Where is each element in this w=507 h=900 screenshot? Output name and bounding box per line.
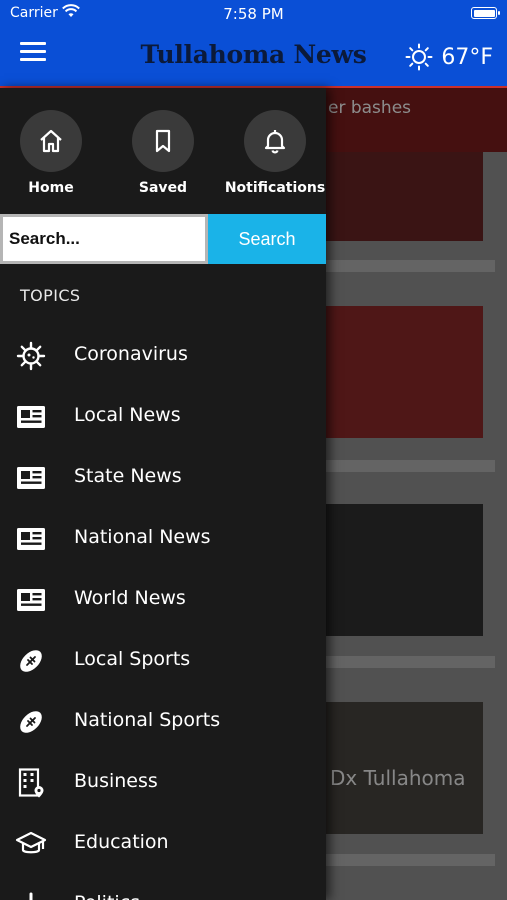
bell-icon	[264, 130, 286, 154]
graduation-cap-icon	[15, 828, 47, 860]
topic-label: Local Sports	[74, 648, 191, 670]
topic-label: World News	[74, 587, 186, 609]
football-icon	[15, 645, 47, 677]
search-bar: Search	[0, 214, 326, 264]
saved-button[interactable]: Saved	[108, 110, 218, 196]
search-button[interactable]: Search	[208, 214, 326, 264]
topic-label: State News	[74, 465, 182, 487]
newspaper-icon	[15, 584, 47, 616]
virus-icon	[15, 340, 47, 372]
weather-widget[interactable]: 67°F	[405, 42, 493, 72]
topics-heading: TOPICS	[20, 286, 81, 305]
notifications-label: Notifications	[224, 180, 326, 196]
topic-local-sports[interactable]: Local Sports	[0, 630, 326, 691]
topic-national-sports[interactable]: National Sports	[0, 691, 326, 752]
newspaper-icon	[15, 401, 47, 433]
home-icon	[40, 129, 62, 153]
topic-politics[interactable]: Politics	[0, 874, 326, 900]
notifications-button[interactable]: Notifications	[220, 110, 326, 196]
quick-actions: Home Saved Notifications	[0, 88, 326, 214]
newspaper-icon	[15, 523, 47, 555]
status-time: 7:58 PM	[223, 5, 284, 23]
topic-business[interactable]: Business	[0, 752, 326, 813]
topic-label: Education	[74, 831, 169, 853]
navigation-drawer: Home Saved Notifications Search T	[0, 88, 326, 900]
football-icon	[15, 706, 47, 738]
temperature-label: 67°F	[441, 44, 493, 70]
status-bar: Carrier 7:58 PM	[0, 0, 507, 28]
building-icon	[15, 767, 47, 799]
saved-label: Saved	[138, 180, 188, 196]
topic-state-news[interactable]: State News	[0, 447, 326, 508]
topic-label: Local News	[74, 404, 181, 426]
bookmark-icon	[155, 129, 171, 153]
battery-icon	[471, 7, 500, 19]
sun-icon	[405, 43, 433, 71]
plus-icon	[15, 889, 47, 900]
search-input[interactable]	[0, 214, 208, 264]
app-header: Carrier 7:58 PM Tullahoma News 67°F	[0, 0, 507, 88]
topic-label: Business	[74, 770, 158, 792]
topic-label: Politics	[74, 892, 140, 900]
topic-label: National News	[74, 526, 211, 548]
newspaper-icon	[15, 462, 47, 494]
home-label: Home	[28, 180, 74, 196]
topic-national-news[interactable]: National News	[0, 508, 326, 569]
topic-education[interactable]: Education	[0, 813, 326, 874]
topic-label: Coronavirus	[74, 343, 188, 365]
topic-local-news[interactable]: Local News	[0, 386, 326, 447]
topic-label: National Sports	[74, 709, 221, 731]
topic-coronavirus[interactable]: Coronavirus	[0, 325, 326, 386]
topic-world-news[interactable]: World News	[0, 569, 326, 630]
home-button[interactable]: Home	[0, 110, 106, 196]
